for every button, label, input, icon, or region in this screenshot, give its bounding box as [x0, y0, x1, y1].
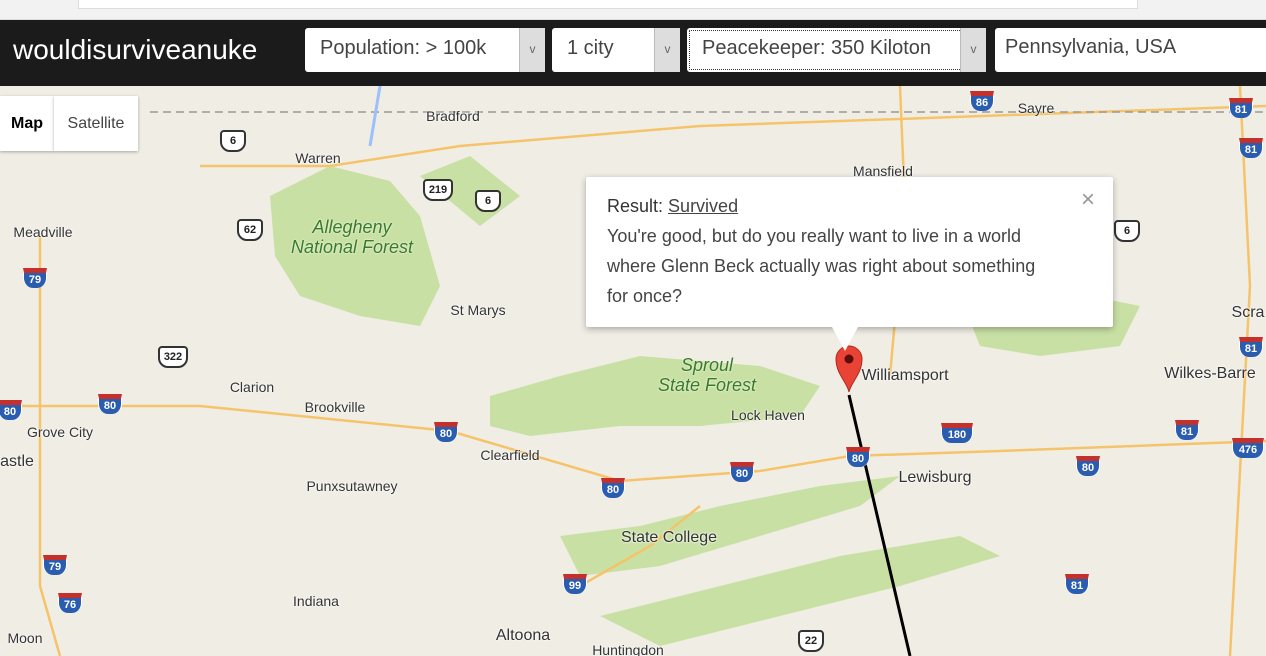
- interstate-shield-icon: 180: [941, 423, 973, 443]
- interstate-shield-icon: 79: [23, 268, 47, 288]
- place-label: Moon: [7, 630, 43, 646]
- map-marker-icon[interactable]: [834, 344, 864, 394]
- population-select[interactable]: Population: > 100k v: [305, 28, 545, 72]
- city-count-select[interactable]: 1 city v: [552, 28, 680, 72]
- us-route-shield-icon: 6: [1114, 220, 1140, 242]
- interstate-shield-icon: 79: [43, 555, 67, 575]
- place-label: Indiana: [293, 593, 339, 609]
- forest-label-line: State Forest: [657, 375, 757, 395]
- forest-label: Sproul State Forest: [658, 355, 756, 395]
- result-label: Result:: [607, 196, 664, 216]
- interstate-shield-icon: 80: [98, 394, 122, 414]
- place-label: Punxsutawney: [306, 478, 398, 494]
- map-type-satellite-button[interactable]: Satellite: [54, 96, 138, 151]
- result-value-link[interactable]: Survived: [668, 196, 738, 216]
- address-bar[interactable]: [78, 0, 1138, 9]
- location-input[interactable]: Pennsylvania, USA: [995, 28, 1266, 72]
- interstate-shield-icon: 80: [0, 400, 22, 420]
- place-label: Lewisburg: [898, 469, 972, 486]
- interstate-shield-icon: 80: [434, 422, 458, 442]
- map-base: [0, 86, 1266, 656]
- us-route-shield-icon: 6: [475, 190, 501, 212]
- interstate-shield-icon: 99: [563, 574, 587, 594]
- interstate-shield-icon: 80: [730, 462, 754, 482]
- forest-label-line: Allegheny: [312, 217, 392, 237]
- interstate-shield-icon: 81: [1065, 574, 1089, 594]
- place-label: Bradford: [426, 108, 480, 124]
- place-label: astle: [0, 453, 34, 470]
- forest-label-line: Sproul: [680, 355, 734, 375]
- interstate-shield-icon: 81: [1175, 420, 1199, 440]
- interstate-shield-icon: 476: [1232, 438, 1264, 458]
- interstate-shield-icon: 80: [846, 447, 870, 467]
- chevron-down-icon: v: [519, 28, 545, 72]
- place-label: Lock Haven: [731, 407, 805, 423]
- chevron-down-icon: v: [960, 28, 986, 72]
- place-label: Huntingdon: [592, 642, 664, 656]
- blast-line: [847, 394, 912, 656]
- interstate-shield-icon: 81: [1229, 98, 1253, 118]
- site-brand[interactable]: wouldisurviveanuke: [13, 34, 257, 66]
- forest-label: Allegheny National Forest: [291, 217, 413, 257]
- place-label: Grove City: [26, 424, 94, 440]
- result-message: You're good, but do you really want to l…: [607, 226, 1036, 306]
- navbar: wouldisurviveanuke Population: > 100k v 1…: [0, 20, 1266, 86]
- place-label: Williamsport: [861, 367, 949, 384]
- place-label: Sayre: [1017, 100, 1055, 116]
- us-route-shield-icon: 6: [220, 130, 246, 152]
- us-route-shield-icon: 22: [798, 630, 824, 652]
- interstate-shield-icon: 76: [58, 593, 82, 613]
- place-label: State College: [620, 529, 718, 546]
- result-line: Result: Survived: [607, 191, 1092, 221]
- map[interactable]: Map Satellite Bradford Warren Mansfield …: [0, 86, 1266, 656]
- place-label: Brookville: [304, 399, 366, 415]
- place-label: Clarion: [229, 379, 275, 395]
- population-value: Population: > 100k: [320, 37, 487, 59]
- map-type-map-button[interactable]: Map: [0, 96, 54, 151]
- city-count-value: 1 city: [567, 37, 614, 59]
- interstate-shield-icon: 80: [601, 478, 625, 498]
- chevron-down-icon: v: [654, 28, 680, 72]
- us-route-shield-icon: 219: [423, 179, 453, 201]
- interstate-shield-icon: 81: [1239, 337, 1263, 357]
- info-window: × Result: Survived You're good, but do y…: [586, 177, 1113, 351]
- interstate-shield-icon: 86: [970, 91, 994, 111]
- weapon-select[interactable]: Peacekeeper: 350 Kiloton v: [687, 28, 986, 72]
- interstate-shield-icon: 81: [1239, 138, 1263, 158]
- interstate-shield-icon: 80: [1076, 456, 1100, 476]
- weapon-value: Peacekeeper: 350 Kiloton: [702, 37, 932, 59]
- place-label: Altoona: [495, 627, 551, 644]
- us-route-shield-icon: 62: [237, 219, 263, 241]
- us-route-shield-icon: 322: [158, 346, 188, 368]
- place-label: Warren: [295, 150, 341, 166]
- place-label: St Marys: [450, 302, 506, 318]
- browser-chrome: [0, 0, 1266, 20]
- forest-label-line: National Forest: [290, 237, 414, 257]
- close-icon[interactable]: ×: [1081, 185, 1095, 215]
- place-label: Clearfield: [480, 447, 540, 463]
- place-label: Meadville: [13, 224, 73, 240]
- place-label: Scra: [1231, 304, 1265, 321]
- place-label: Wilkes-Barre: [1164, 365, 1256, 382]
